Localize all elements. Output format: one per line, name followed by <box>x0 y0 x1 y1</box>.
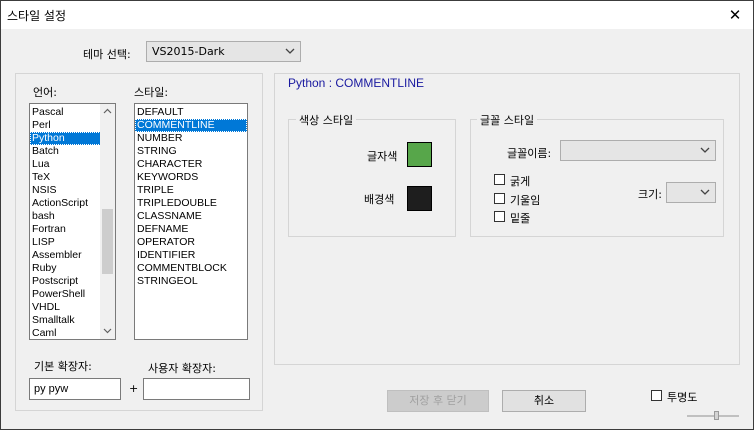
theme-select[interactable]: VS2015-Dark <box>146 41 301 62</box>
style-list-item[interactable]: TRIPLEDOUBLE <box>135 197 247 210</box>
transparency-checkbox[interactable] <box>651 390 662 401</box>
window-title: 스타일 설정 <box>7 9 67 23</box>
style-list-item[interactable]: DEFNAME <box>135 223 247 236</box>
style-list-item[interactable]: IDENTIFIER <box>135 249 247 262</box>
style-list-item[interactable]: STRINGEOL <box>135 275 247 288</box>
plus-sign: + <box>129 382 139 395</box>
chevron-down-icon <box>699 143 711 160</box>
style-list-item[interactable]: COMMENTBLOCK <box>135 262 247 275</box>
chevron-down-icon <box>699 185 711 202</box>
bold-checkbox[interactable] <box>494 174 505 185</box>
style-list-item[interactable]: DEFAULT <box>135 106 247 119</box>
transparency-slider-track[interactable] <box>687 415 739 417</box>
panel-title: Python : COMMENTLINE <box>288 76 425 90</box>
fg-color-label: 글자색 <box>367 150 398 163</box>
font-style-caption: 글꼴 스타일 <box>477 112 538 128</box>
bg-color-swatch[interactable] <box>407 186 432 211</box>
style-list-item[interactable]: CHARACTER <box>135 158 247 171</box>
bg-color-label: 배경색 <box>364 193 395 206</box>
scroll-up-icon[interactable] <box>100 104 115 119</box>
bold-label: 굵게 <box>510 175 531 188</box>
cancel-button[interactable]: 취소 <box>502 390 586 412</box>
font-name-label: 글꼴이름: <box>507 147 552 160</box>
underline-checkbox[interactable] <box>494 211 505 222</box>
save-close-button[interactable]: 저장 후 닫기 <box>387 390 489 412</box>
style-label: 스타일: <box>134 86 169 99</box>
transparency-slider-thumb[interactable] <box>714 411 719 420</box>
font-name-select[interactable] <box>560 140 716 161</box>
style-list-item[interactable]: COMMENTLINE <box>135 119 247 132</box>
scroll-thumb[interactable] <box>102 209 113 274</box>
italic-label: 기울임 <box>510 194 541 207</box>
user-ext-input[interactable] <box>144 379 249 399</box>
underline-label: 밑줄 <box>510 212 531 225</box>
color-style-group <box>288 119 456 237</box>
chevron-down-icon <box>284 44 296 61</box>
style-list-item[interactable]: NUMBER <box>135 132 247 145</box>
close-icon[interactable]: ✕ <box>723 5 747 25</box>
user-ext-label: 사용자 확장자: <box>148 362 216 375</box>
scroll-down-icon[interactable] <box>100 324 115 339</box>
language-scrollbar[interactable] <box>100 104 115 339</box>
theme-label: 테마 선택: <box>83 48 131 61</box>
font-size-select[interactable] <box>666 182 716 203</box>
style-settings-dialog: 스타일 설정 ✕ 테마 선택: VS2015-Dark 언어: 스타일: Pas… <box>0 0 754 430</box>
default-ext-field[interactable] <box>29 378 121 400</box>
fg-color-swatch[interactable] <box>407 142 432 167</box>
color-style-caption: 색상 스타일 <box>296 112 357 128</box>
font-style-group <box>470 119 724 237</box>
style-list-item[interactable]: OPERATOR <box>135 236 247 249</box>
default-ext-input[interactable] <box>30 379 120 399</box>
italic-checkbox[interactable] <box>494 193 505 204</box>
default-ext-label: 기본 확장자: <box>34 360 92 373</box>
style-list-item[interactable]: STRING <box>135 145 247 158</box>
title-bar: 스타일 설정 ✕ <box>1 1 753 29</box>
theme-select-value: VS2015-Dark <box>152 45 225 58</box>
transparency-label: 투명도 <box>667 391 698 404</box>
style-list-item[interactable]: CLASSNAME <box>135 210 247 223</box>
style-listbox[interactable]: DEFAULT COMMENTLINE NUMBER STRING CHARACTER K… <box>134 103 248 340</box>
user-ext-field[interactable] <box>143 378 250 400</box>
style-list-item[interactable]: KEYWORDS <box>135 171 247 184</box>
style-list-item[interactable]: TRIPLE <box>135 184 247 197</box>
font-size-label: 크기: <box>638 188 662 201</box>
language-listbox[interactable]: Pascal Perl Python Batch Lua TeX NSIS ActionScr… <box>29 103 116 340</box>
language-label: 언어: <box>33 86 57 99</box>
